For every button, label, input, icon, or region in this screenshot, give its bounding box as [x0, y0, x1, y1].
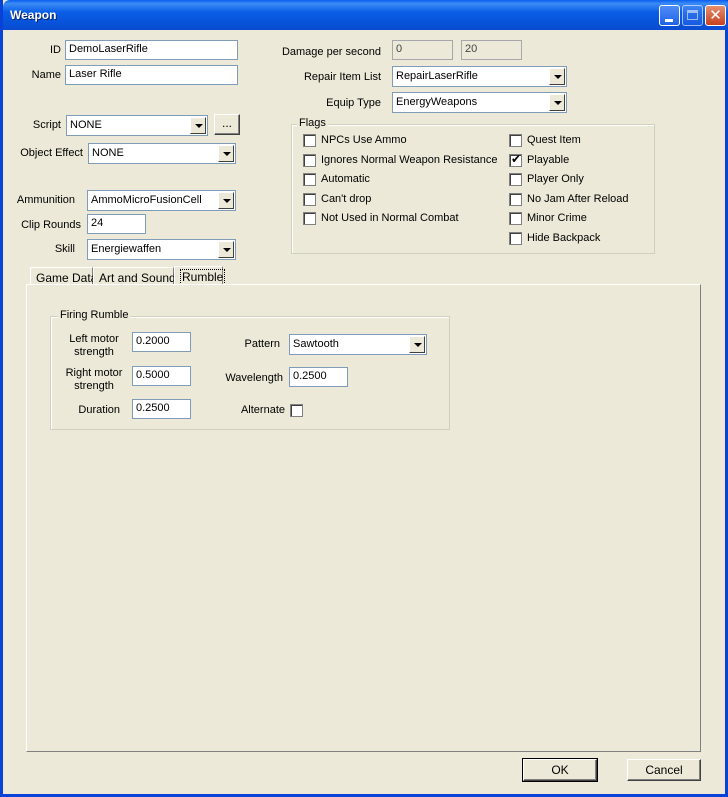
alternate-checkbox[interactable]: [290, 404, 303, 417]
name-field[interactable]: Laser Rifle: [65, 65, 238, 85]
right-motor-label-line2: strength: [74, 380, 114, 392]
flag-label: Minor Crime: [527, 212, 587, 224]
clip-rounds-label: Clip Rounds: [21, 219, 81, 231]
flag-checkbox[interactable]: [303, 212, 316, 225]
flag-label: NPCs Use Ammo: [321, 134, 407, 146]
alternate-label: Alternate: [240, 404, 285, 416]
wavelength-field[interactable]: 0.2500: [289, 367, 348, 387]
flag-label: Automatic: [321, 173, 370, 185]
ammunition-select[interactable]: AmmoMicroFusionCell: [87, 190, 236, 211]
ammunition-label: Ammunition: [16, 194, 75, 206]
equip-type-select[interactable]: EnergyWeapons: [392, 92, 567, 113]
skill-select[interactable]: Energiewaffen: [87, 239, 236, 260]
script-select[interactable]: NONE: [66, 115, 208, 136]
flag-checkbox[interactable]: [303, 193, 316, 206]
title-bar[interactable]: Weapon ✕: [3, 0, 728, 30]
chevron-down-icon[interactable]: [549, 94, 565, 111]
chevron-down-icon[interactable]: [218, 192, 234, 209]
flag-checkbox[interactable]: [509, 193, 522, 206]
repair-item-list-select[interactable]: RepairLaserRifle: [392, 66, 567, 87]
flag-label: Player Only: [527, 173, 584, 185]
flag-checkbox[interactable]: [303, 134, 316, 147]
chevron-down-icon[interactable]: [190, 117, 206, 134]
damage-per-second-field-2: 20: [461, 40, 522, 60]
duration-field[interactable]: 0.2500: [132, 399, 191, 419]
object-effect-label: Object Effect: [20, 147, 83, 159]
right-motor-strength-field[interactable]: 0.5000: [132, 366, 191, 386]
flag-checkbox[interactable]: [509, 212, 522, 225]
left-motor-label-line2: strength: [74, 346, 114, 358]
flags-group-title: Flags: [297, 117, 328, 129]
flag-label: Ignores Normal Weapon Resistance: [321, 154, 498, 166]
flag-label: Playable: [527, 154, 570, 166]
close-icon: ✕: [709, 7, 722, 24]
flag-checkbox[interactable]: [509, 173, 522, 186]
flag-checkbox[interactable]: ✔: [509, 152, 522, 167]
flag-checkbox[interactable]: [303, 173, 316, 186]
script-browse-button[interactable]: ...: [214, 114, 240, 135]
left-motor-strength-field[interactable]: 0.2000: [132, 332, 191, 352]
repair-item-list-label: Repair Item List: [303, 71, 381, 83]
tab-rumble[interactable]: Rumble: [174, 266, 226, 286]
pattern-label: Pattern: [244, 338, 280, 350]
wavelength-label: Wavelength: [225, 372, 283, 384]
checkmark-icon: ✔: [511, 152, 522, 166]
close-button[interactable]: ✕: [705, 5, 726, 26]
object-effect-select[interactable]: NONE: [88, 143, 236, 164]
chevron-down-icon[interactable]: [218, 241, 234, 258]
name-label: Name: [31, 69, 61, 81]
chevron-down-icon[interactable]: [218, 145, 234, 162]
id-label: ID: [50, 44, 61, 56]
id-field[interactable]: DemoLaserRifle: [65, 40, 238, 60]
clip-rounds-field[interactable]: 24: [87, 214, 146, 234]
flag-checkbox[interactable]: [509, 232, 522, 245]
right-motor-label-line1: Right motor: [65, 367, 123, 379]
ammunition-value: AmmoMicroFusionCell: [91, 194, 202, 206]
tab-label: Rumble: [180, 269, 226, 285]
pattern-select[interactable]: Sawtooth: [289, 334, 427, 355]
cancel-button[interactable]: Cancel: [627, 759, 701, 781]
flag-label: Not Used in Normal Combat: [321, 212, 459, 224]
damage-per-second-field-1: 0: [392, 40, 453, 60]
script-label: Script: [32, 119, 61, 131]
maximize-button[interactable]: [682, 5, 703, 26]
weapon-dialog: Weapon ✕ ID DemoLaserRifle Name Laser Ri…: [0, 0, 728, 797]
pattern-value: Sawtooth: [293, 338, 339, 350]
equip-type-label: Equip Type: [326, 97, 381, 109]
skill-label: Skill: [54, 243, 75, 255]
chevron-down-icon[interactable]: [409, 336, 425, 353]
maximize-icon: [687, 10, 698, 20]
tab-label: Art and Sound: [99, 271, 176, 285]
equip-type-value: EnergyWeapons: [396, 96, 478, 108]
rumble-panel: Firing Rumble Left motor strength 0.2000…: [26, 284, 701, 752]
repair-item-list-value: RepairLaserRifle: [396, 70, 478, 82]
damage-per-second-label: Damage per second: [281, 46, 381, 58]
minimize-button[interactable]: [659, 5, 680, 26]
minimize-icon: [665, 19, 673, 22]
skill-value: Energiewaffen: [91, 243, 162, 255]
left-motor-label-line1: Left motor: [69, 333, 119, 345]
flag-label: Hide Backpack: [527, 232, 601, 244]
flag-checkbox[interactable]: [303, 154, 316, 167]
flag-checkbox[interactable]: [509, 134, 522, 147]
flag-label: Can't drop: [321, 193, 372, 205]
ok-button[interactable]: OK: [522, 758, 598, 782]
flag-label: Quest Item: [527, 134, 581, 146]
chevron-down-icon[interactable]: [549, 68, 565, 85]
tab-label: Game Data: [36, 271, 98, 285]
flag-label: No Jam After Reload: [527, 193, 629, 205]
script-value: NONE: [70, 119, 102, 131]
window-title: Weapon: [10, 8, 57, 22]
object-effect-value: NONE: [92, 147, 124, 159]
duration-label: Duration: [78, 404, 120, 416]
firing-rumble-title: Firing Rumble: [58, 309, 131, 321]
